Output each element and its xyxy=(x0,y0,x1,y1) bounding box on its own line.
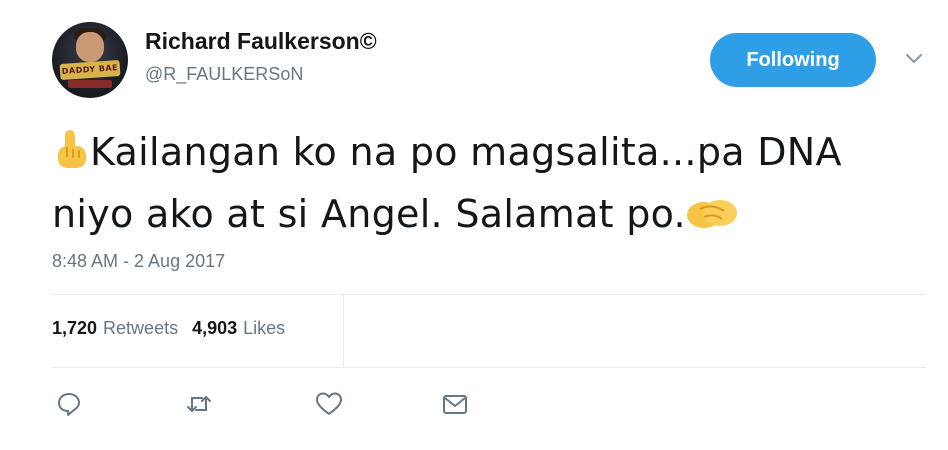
tweet-line-2: niyo ako at si Angel. Salamat po. xyxy=(52,192,686,236)
tweet-line-1: Kailangan ko na po magsalita...pa DNA xyxy=(90,130,842,174)
message-icon[interactable] xyxy=(441,390,469,418)
point-up-emoji xyxy=(52,129,90,186)
retweets-label: Retweets xyxy=(103,318,179,338)
like-icon[interactable] xyxy=(315,390,343,418)
chevron-down-icon[interactable] xyxy=(905,52,923,66)
divider-top xyxy=(52,294,926,295)
stats-separator xyxy=(343,295,344,367)
tweet-stats: 1,720 Retweets 4,903 Likes xyxy=(52,318,299,339)
tweet-card: DADDY BAE Richard Faulkerson© @R_FAULKER… xyxy=(0,0,948,450)
display-name[interactable]: Richard Faulkerson© xyxy=(145,28,377,55)
avatar-subbanner xyxy=(68,80,112,88)
retweets-stat[interactable]: 1,720 Retweets xyxy=(52,318,178,339)
following-button[interactable]: Following xyxy=(710,33,876,87)
likes-count: 4,903 xyxy=(192,318,238,338)
avatar-banner: DADDY BAE xyxy=(59,59,121,81)
user-handle[interactable]: @R_FAULKERSoN xyxy=(145,64,303,85)
tweet-timestamp[interactable]: 8:48 AM - 2 Aug 2017 xyxy=(52,251,225,272)
avatar[interactable]: DADDY BAE xyxy=(52,22,128,98)
likes-label: Likes xyxy=(243,318,286,338)
tweet-actions xyxy=(55,390,469,418)
avatar-face xyxy=(76,32,104,62)
retweets-count: 1,720 xyxy=(52,318,98,338)
likes-stat[interactable]: 4,903 Likes xyxy=(192,318,285,339)
retweet-icon[interactable] xyxy=(185,390,213,418)
reply-icon[interactable] xyxy=(55,390,83,418)
divider-bottom xyxy=(52,367,926,368)
handshake-emoji xyxy=(686,192,738,248)
tweet-text: Kailangan ko na po magsalita...pa DNA ni… xyxy=(52,124,912,248)
